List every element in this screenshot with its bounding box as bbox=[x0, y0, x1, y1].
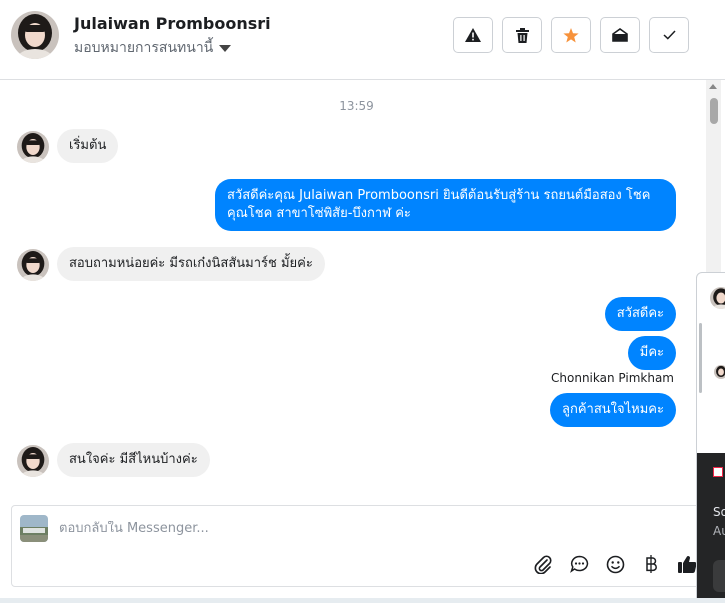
report-button[interactable] bbox=[453, 17, 493, 53]
incoming-message: เริ่มต้น bbox=[57, 129, 119, 163]
notification-app-icon bbox=[713, 467, 723, 477]
popup-scrollbar[interactable] bbox=[699, 323, 702, 393]
side-chat-popup[interactable]: So Au bbox=[696, 272, 725, 603]
baht-icon bbox=[646, 555, 657, 573]
notification-subtitle: Au bbox=[713, 524, 725, 538]
payment-button[interactable] bbox=[640, 553, 662, 575]
thumbs-up-icon bbox=[677, 556, 697, 573]
notification-title: So bbox=[713, 505, 725, 519]
attachment-icon bbox=[534, 555, 552, 574]
message-thread: 13:59 เริ่มต้น สวัสดีค่ะคุณ Julaiwan Pro… bbox=[0, 80, 706, 500]
reply-composer bbox=[11, 505, 713, 587]
contact-avatar[interactable] bbox=[11, 11, 59, 59]
saved-reply-button[interactable] bbox=[568, 553, 590, 575]
scroll-up-arrow-icon[interactable] bbox=[709, 84, 717, 89]
incoming-message: สนใจค่ะ มีสีไหนบ้างค่ะ bbox=[57, 443, 210, 477]
scrollbar-thumb[interactable] bbox=[710, 98, 718, 124]
mark-done-button[interactable] bbox=[649, 17, 689, 53]
emoji-button[interactable] bbox=[604, 553, 626, 575]
assign-conversation-label: มอบหมายการสนทนานี้ bbox=[74, 40, 214, 56]
window-bottom-edge bbox=[0, 598, 725, 603]
emoji-icon bbox=[606, 555, 624, 573]
notification-action-button[interactable] bbox=[713, 560, 725, 592]
assign-conversation-dropdown[interactable]: มอบหมายการสนทนานี้ bbox=[74, 37, 232, 59]
incoming-message: สอบถามหน่อยค่ะ มีรถเก๋งนิสสันมาร์ช มั้ยค… bbox=[57, 247, 325, 281]
conversation-actions bbox=[453, 17, 689, 53]
star-icon bbox=[563, 27, 579, 42]
envelope-open-icon bbox=[612, 28, 628, 42]
outgoing-message: สวัสดีคะ bbox=[604, 297, 676, 331]
attachment-button[interactable] bbox=[532, 553, 554, 575]
message-timestamp: 13:59 bbox=[339, 99, 374, 113]
contact-name: Julaiwan Promboonsri bbox=[74, 14, 271, 33]
delete-button[interactable] bbox=[502, 17, 542, 53]
reply-input[interactable] bbox=[59, 521, 579, 536]
like-button[interactable] bbox=[676, 553, 698, 575]
chevron-down-icon bbox=[219, 45, 232, 52]
sender-name: Chonnikan Pimkham bbox=[551, 371, 674, 385]
customer-avatar[interactable] bbox=[17, 445, 49, 477]
composer-toolbar bbox=[532, 553, 698, 575]
popup-avatar[interactable] bbox=[710, 287, 725, 309]
check-icon bbox=[662, 30, 676, 40]
mark-unread-button[interactable] bbox=[600, 17, 640, 53]
customer-avatar[interactable] bbox=[17, 249, 49, 281]
page-avatar bbox=[20, 515, 48, 542]
popup-avatar-small bbox=[714, 365, 725, 379]
warning-icon bbox=[465, 28, 481, 42]
outgoing-message: สวัสดีค่ะคุณ Julaiwan Promboonsri ยินดีต… bbox=[215, 179, 676, 231]
saved-reply-icon bbox=[569, 555, 588, 573]
outgoing-message: มีคะ bbox=[627, 336, 676, 370]
trash-icon bbox=[515, 27, 529, 43]
star-button[interactable] bbox=[551, 17, 591, 53]
outgoing-message: ลูกค้าสนใจไหมคะ bbox=[550, 393, 676, 427]
customer-avatar[interactable] bbox=[17, 131, 49, 163]
conversation-header: Julaiwan Promboonsri มอบหมายการสนทนานี้ bbox=[0, 0, 725, 80]
notification-toast: So Au bbox=[697, 453, 725, 603]
